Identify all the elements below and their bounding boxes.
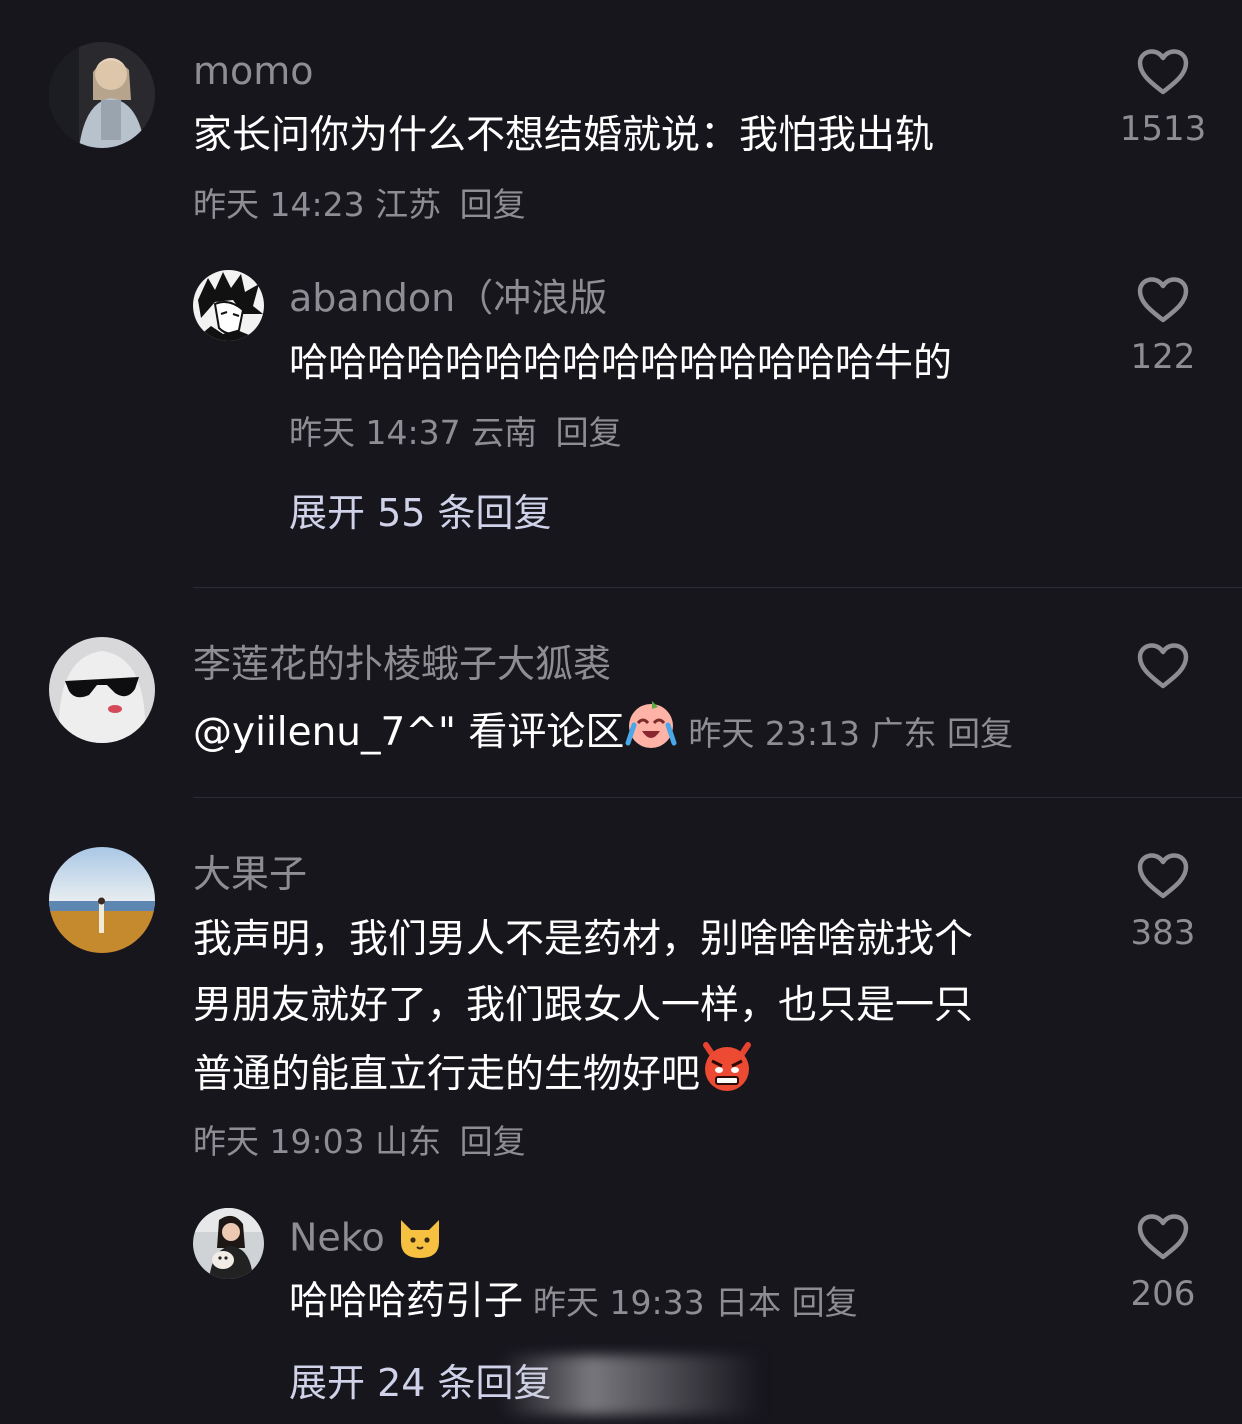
reply-button[interactable]: 回复 <box>460 1122 526 1161</box>
reply-button[interactable]: 回复 <box>460 185 526 224</box>
comment-text-row: @yiilenu_7^" 看评论区 昨天 23:13 广东 回复 <box>193 697 1013 772</box>
angry-devil-emoji-icon <box>700 1039 754 1114</box>
reply-text: 哈哈哈药引子 <box>289 1279 524 1324</box>
comment-text-line: 我声明，我们男人不是药材，别啥啥啥就找个 <box>193 917 974 962</box>
heart-icon[interactable] <box>1136 48 1190 96</box>
beach-sunset-avatar-icon <box>49 847 155 953</box>
heart-icon[interactable] <box>1136 1213 1190 1261</box>
watermark-overlay <box>500 1355 760 1415</box>
like-count: 1513 <box>1119 109 1207 149</box>
reply-text-row: 哈哈哈药引子 昨天 19:33 日本 回复 <box>289 1269 858 1336</box>
comment-time: 昨天 14:23 <box>193 185 365 224</box>
comment-meta: 昨天 19:03 山东 回复 <box>193 1125 526 1158</box>
girl-with-dog-avatar-icon <box>193 1208 264 1279</box>
heart-icon[interactable] <box>1136 276 1190 324</box>
comment-text-line: 男朋友就好了，我们跟女人一样，也只是一只 <box>193 983 974 1028</box>
like-count: 122 <box>1130 337 1196 377</box>
reply-user-avatar[interactable] <box>193 1208 264 1279</box>
user-avatar[interactable] <box>49 847 155 953</box>
comment-meta: 昨天 23:13 广东 回复 <box>688 714 1013 753</box>
comment-time: 昨天 23:13 <box>688 714 860 753</box>
comment-text-row: 普通的能直立行走的生物好吧 <box>193 1039 754 1114</box>
comment-username[interactable]: 大果子 <box>193 855 307 893</box>
reply-text: 哈哈哈哈哈哈哈哈哈哈哈哈哈哈哈牛的 <box>289 341 953 386</box>
comment-text-line: 普通的能直立行走的生物好吧 <box>193 1052 701 1097</box>
comment-location: 广东 <box>870 714 937 753</box>
like-control[interactable]: 1513 <box>1113 48 1213 146</box>
comment-text: 家长问你为什么不想结婚就说：我怕我出轨 <box>193 113 935 158</box>
heart-icon[interactable] <box>1136 852 1190 900</box>
reply-button[interactable]: 回复 <box>947 714 1013 753</box>
divider <box>193 797 1242 798</box>
girl-photo-avatar-icon <box>49 42 155 148</box>
manga-boy-avatar-icon <box>193 270 264 341</box>
like-control[interactable]: 383 <box>1113 852 1213 950</box>
like-control[interactable]: 206 <box>1113 1213 1213 1311</box>
reply-location: 云南 <box>471 413 538 452</box>
reply-username[interactable]: Neko <box>289 1216 385 1260</box>
reply-button[interactable]: 回复 <box>556 413 622 452</box>
comment-username[interactable]: 李莲花的扑棱蛾子大狐裘 <box>193 645 611 683</box>
reply-user-avatar[interactable] <box>193 270 264 341</box>
reply-meta: 昨天 19:33 日本 回复 <box>533 1283 858 1322</box>
comment-meta: 昨天 14:23 江苏 回复 <box>193 188 526 221</box>
reply-location: 日本 <box>715 1283 782 1322</box>
comment-username[interactable]: momo <box>193 52 314 90</box>
reply-username[interactable]: abandon（冲浪版 <box>289 279 607 317</box>
like-count: 206 <box>1130 1274 1196 1314</box>
user-avatar[interactable] <box>49 42 155 148</box>
reply-time: 昨天 19:33 <box>533 1283 705 1322</box>
divider <box>193 587 1242 588</box>
reply-meta: 昨天 14:37 云南 回复 <box>289 416 622 449</box>
comment-location: 山东 <box>375 1122 442 1161</box>
comment-text: @yiilenu_7^" 看评论区 <box>193 710 625 755</box>
expand-replies-button[interactable]: 展开 55 条回复 <box>289 494 552 532</box>
reply-time: 昨天 14:37 <box>289 413 461 452</box>
like-count: 383 <box>1130 913 1196 953</box>
crying-laughing-emoji-icon <box>624 697 678 772</box>
cat-face-emoji-icon <box>397 1214 443 1266</box>
user-avatar[interactable] <box>49 637 155 743</box>
reply-button[interactable]: 回复 <box>792 1283 858 1322</box>
ghost-sunglasses-avatar-icon <box>49 637 155 743</box>
heart-icon[interactable] <box>1136 642 1190 690</box>
like-control[interactable] <box>1113 642 1213 690</box>
comment-location: 江苏 <box>375 185 442 224</box>
like-control[interactable]: 122 <box>1113 276 1213 374</box>
comment-time: 昨天 19:03 <box>193 1122 365 1161</box>
reply-username-row[interactable]: Neko <box>289 1214 443 1266</box>
